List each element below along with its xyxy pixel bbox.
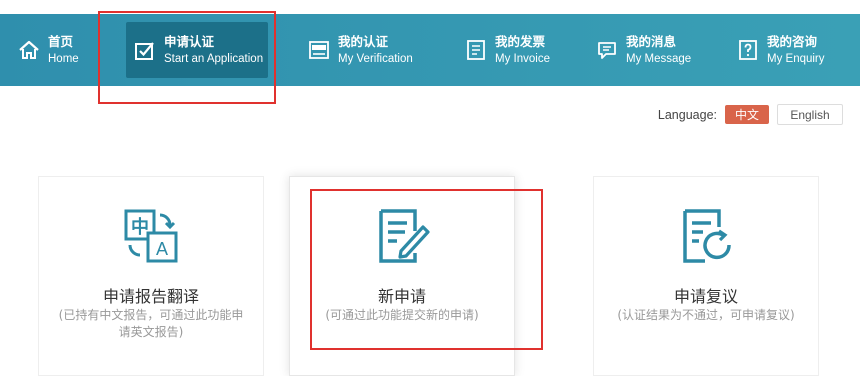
- home-icon: [19, 40, 39, 59]
- nav-apply-en: Start an Application: [164, 52, 264, 65]
- message-icon: [598, 42, 616, 59]
- nav-item-my-verification[interactable]: 我的认证 My Verification: [308, 14, 413, 86]
- nav-home-zh: 首页: [48, 34, 74, 49]
- nav-home-en: Home: [48, 52, 79, 65]
- card-new-application-desc: (可通过此功能提交新的申请): [325, 308, 479, 322]
- card-reconsideration-title: 申请复议: [673, 287, 738, 306]
- nav-invoice-en: My Invoice: [495, 52, 550, 65]
- language-label: Language:: [657, 107, 717, 122]
- language-en-button[interactable]: English: [777, 104, 843, 125]
- nav-message-zh: 我的消息: [626, 34, 677, 49]
- nav-verification-zh: 我的认证: [338, 34, 389, 49]
- nav-enquiry-zh: 我的咨询: [767, 34, 818, 49]
- top-nav: 首页 Home 申请认证 Start an Application 我的认证 M…: [0, 14, 860, 86]
- apply-check-icon: [135, 42, 154, 60]
- nav-item-start-application[interactable]: 申请认证 Start an Application: [126, 14, 268, 86]
- nav-invoice-zh: 我的发票: [495, 34, 546, 49]
- card-new-application[interactable]: 新申请 (可通过此功能提交新的申请): [289, 176, 515, 376]
- nav-item-my-invoice[interactable]: 我的发票 My Invoice: [465, 14, 550, 86]
- svg-text:A: A: [156, 239, 168, 259]
- card-reconsideration[interactable]: 申请复议 (认证结果为不通过，可申请复议): [593, 176, 819, 376]
- invoice-icon: [467, 40, 485, 60]
- card-translate-title: 申请报告翻译: [102, 287, 199, 306]
- nav-item-home[interactable]: 首页 Home: [18, 14, 79, 86]
- card-reconsideration-desc: (认证结果为不通过，可申请复议): [617, 308, 795, 322]
- new-application-icon: [379, 209, 430, 263]
- nav-verification-en: My Verification: [338, 52, 413, 65]
- card-new-application-title: 新申请: [377, 287, 426, 306]
- svg-text:中: 中: [131, 216, 149, 238]
- translate-icon: 中 A: [124, 209, 178, 263]
- nav-item-my-message[interactable]: 我的消息 My Message: [596, 14, 691, 86]
- language-switcher: Language: 中文 English: [658, 104, 843, 125]
- verification-icon: [309, 41, 329, 59]
- card-translate-desc: (已持有中文报告，可通过此功能申请英文报告): [58, 308, 244, 340]
- nav-apply-zh: 申请认证: [164, 34, 215, 49]
- language-zh-button[interactable]: 中文: [725, 105, 769, 124]
- card-translate-report[interactable]: 中 A 申请报告翻译 (已持有中文报告，可通过此功能申请英文报告): [38, 176, 264, 376]
- nav-item-my-enquiry[interactable]: 我的咨询 My Enquiry: [737, 14, 825, 86]
- enquiry-icon: [739, 40, 757, 60]
- nav-enquiry-en: My Enquiry: [767, 52, 825, 65]
- reconsideration-icon: [683, 209, 731, 263]
- nav-message-en: My Message: [626, 52, 692, 65]
